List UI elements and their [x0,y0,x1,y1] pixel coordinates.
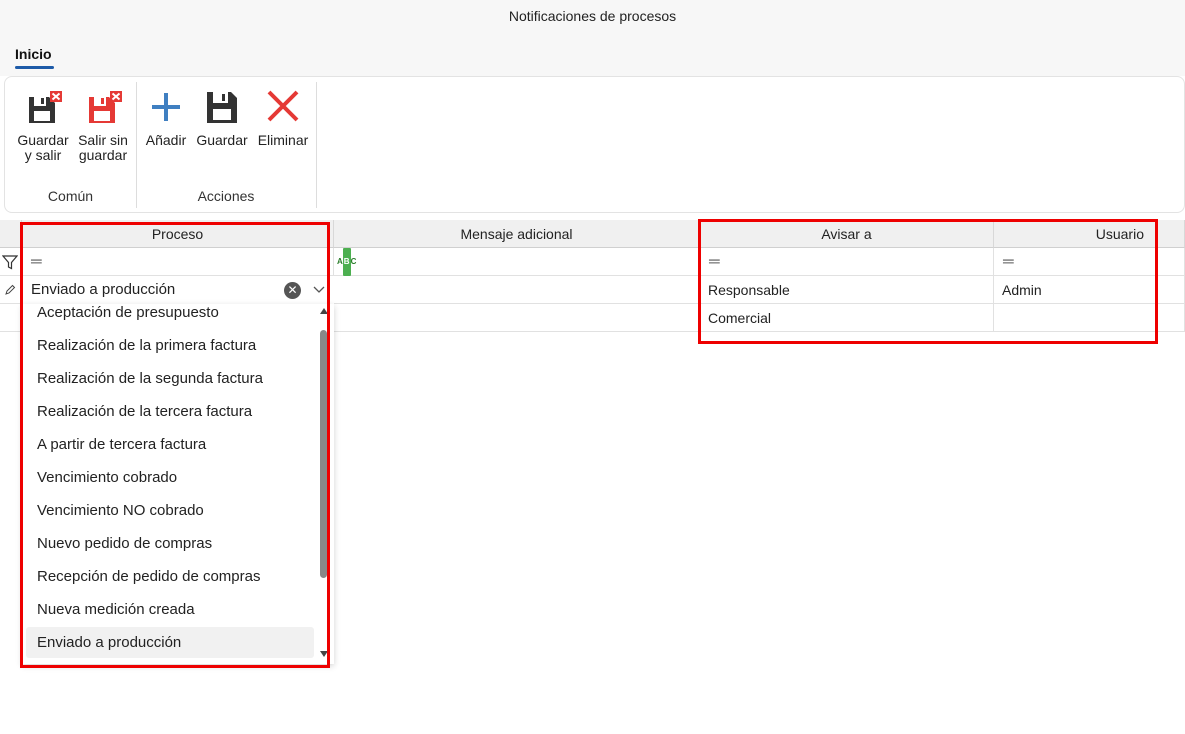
scroll-down-arrow-icon[interactable] [320,651,328,657]
scroll-up-arrow-icon[interactable] [320,308,328,314]
row-indicator [0,276,22,304]
dropdown-option[interactable]: Realización de la primera factura [26,330,314,361]
filter-mensaje[interactable]: ABC [334,248,700,276]
proceso-combobox-value: Enviado a producción [31,281,176,298]
column-header-mensaje[interactable]: Mensaje adicional [334,220,700,248]
tab-inicio[interactable]: Inicio [15,46,52,62]
plus-icon [152,93,180,121]
dropdown-option[interactable]: A partir de tercera factura [26,429,314,460]
abc-text-icon-c: C [350,257,357,266]
delete-label: Eliminar [257,132,309,148]
ribbon-tabs: Inicio [0,40,1185,76]
proceso-combobox[interactable]: Enviado a producción ✕ [22,276,334,304]
save-label: Guardar [196,132,248,148]
add-label: Añadir [145,132,187,148]
dropdown-option[interactable]: Vencimiento NO cobrado [26,495,314,526]
filter-proceso[interactable]: ═ [22,248,334,276]
save-and-exit-button[interactable]: Guardar y salir [15,89,71,163]
cell-avisar[interactable]: Responsable [700,276,994,304]
filter-avisar[interactable]: ═ [700,248,994,276]
column-header-usuario[interactable]: Usuario [994,220,1185,248]
dropdown-option[interactable]: Vencimiento cobrado [26,462,314,493]
dropdown-option[interactable]: Realización de la tercera factura [26,396,314,427]
filter-row: ═ ABC ═ ═ [0,248,1185,276]
clear-icon[interactable]: ✕ [284,282,301,299]
add-button[interactable]: Añadir [142,89,190,148]
abc-text-icon-b: B [342,248,351,276]
floppy-disk-icon [207,92,237,123]
window-title: Notificaciones de procesos [508,8,677,24]
delete-button[interactable]: Eliminar [255,89,311,148]
exit-nosave-label-1: Salir sin [78,132,128,148]
tab-active-indicator [15,66,54,69]
save-button[interactable]: Guardar [193,89,251,148]
save-exit-label-1: Guardar [17,132,69,148]
cell-usuario[interactable]: Admin [994,276,1185,304]
group-label-actions: Acciones [197,188,255,204]
dropdown-option[interactable]: Nueva medición creada [26,594,314,625]
cell-mensaje[interactable] [334,276,700,304]
scrollbar-thumb[interactable] [320,330,327,578]
dropdown-scrollbar[interactable] [318,304,330,664]
cell-avisar[interactable]: Comercial [700,304,994,332]
filter-funnel-icon [1,255,19,270]
column-header-avisar[interactable]: Avisar a [700,220,994,248]
dropdown-option[interactable]: Nuevo pedido de compras [26,528,314,559]
cell-usuario[interactable] [994,304,1185,332]
dropdown-option-selected[interactable]: Enviado a producción [26,627,314,658]
dropdown-option[interactable]: Aceptación de presupuesto [26,304,314,328]
cell-mensaje[interactable] [334,304,700,332]
dropdown-option[interactable]: Realización de la segunda factura [26,363,314,394]
chevron-down-icon[interactable] [312,282,326,296]
pencil-icon [5,284,16,295]
abc-text-icon-a: A [337,257,343,266]
column-header-proceso[interactable]: Proceso [22,220,334,248]
filter-usuario[interactable]: ═ [994,248,1185,276]
exit-nosave-icon [89,91,122,123]
row-indicator [0,304,22,332]
dropdown-option[interactable]: Recepción de pedido de compras [26,561,314,592]
exit-without-saving-button[interactable]: Salir sin guardar [75,89,131,163]
exit-nosave-label-2: guardar [78,147,128,163]
group-label-common: Común [47,188,94,204]
save-exit-label-2: y salir [24,147,62,163]
proceso-dropdown-list: Aceptación de presupuesto Realización de… [22,304,334,664]
window-title-bar: Notificaciones de procesos [0,0,1185,40]
save-exit-icon [29,91,62,123]
filter-icon-cell[interactable] [0,248,22,276]
delete-x-icon [267,90,299,122]
ribbon-toolbar: Guardar y salir Salir sin guardar Común … [4,76,1185,213]
group-separator [316,82,317,208]
header-indicator-cell [0,220,22,248]
